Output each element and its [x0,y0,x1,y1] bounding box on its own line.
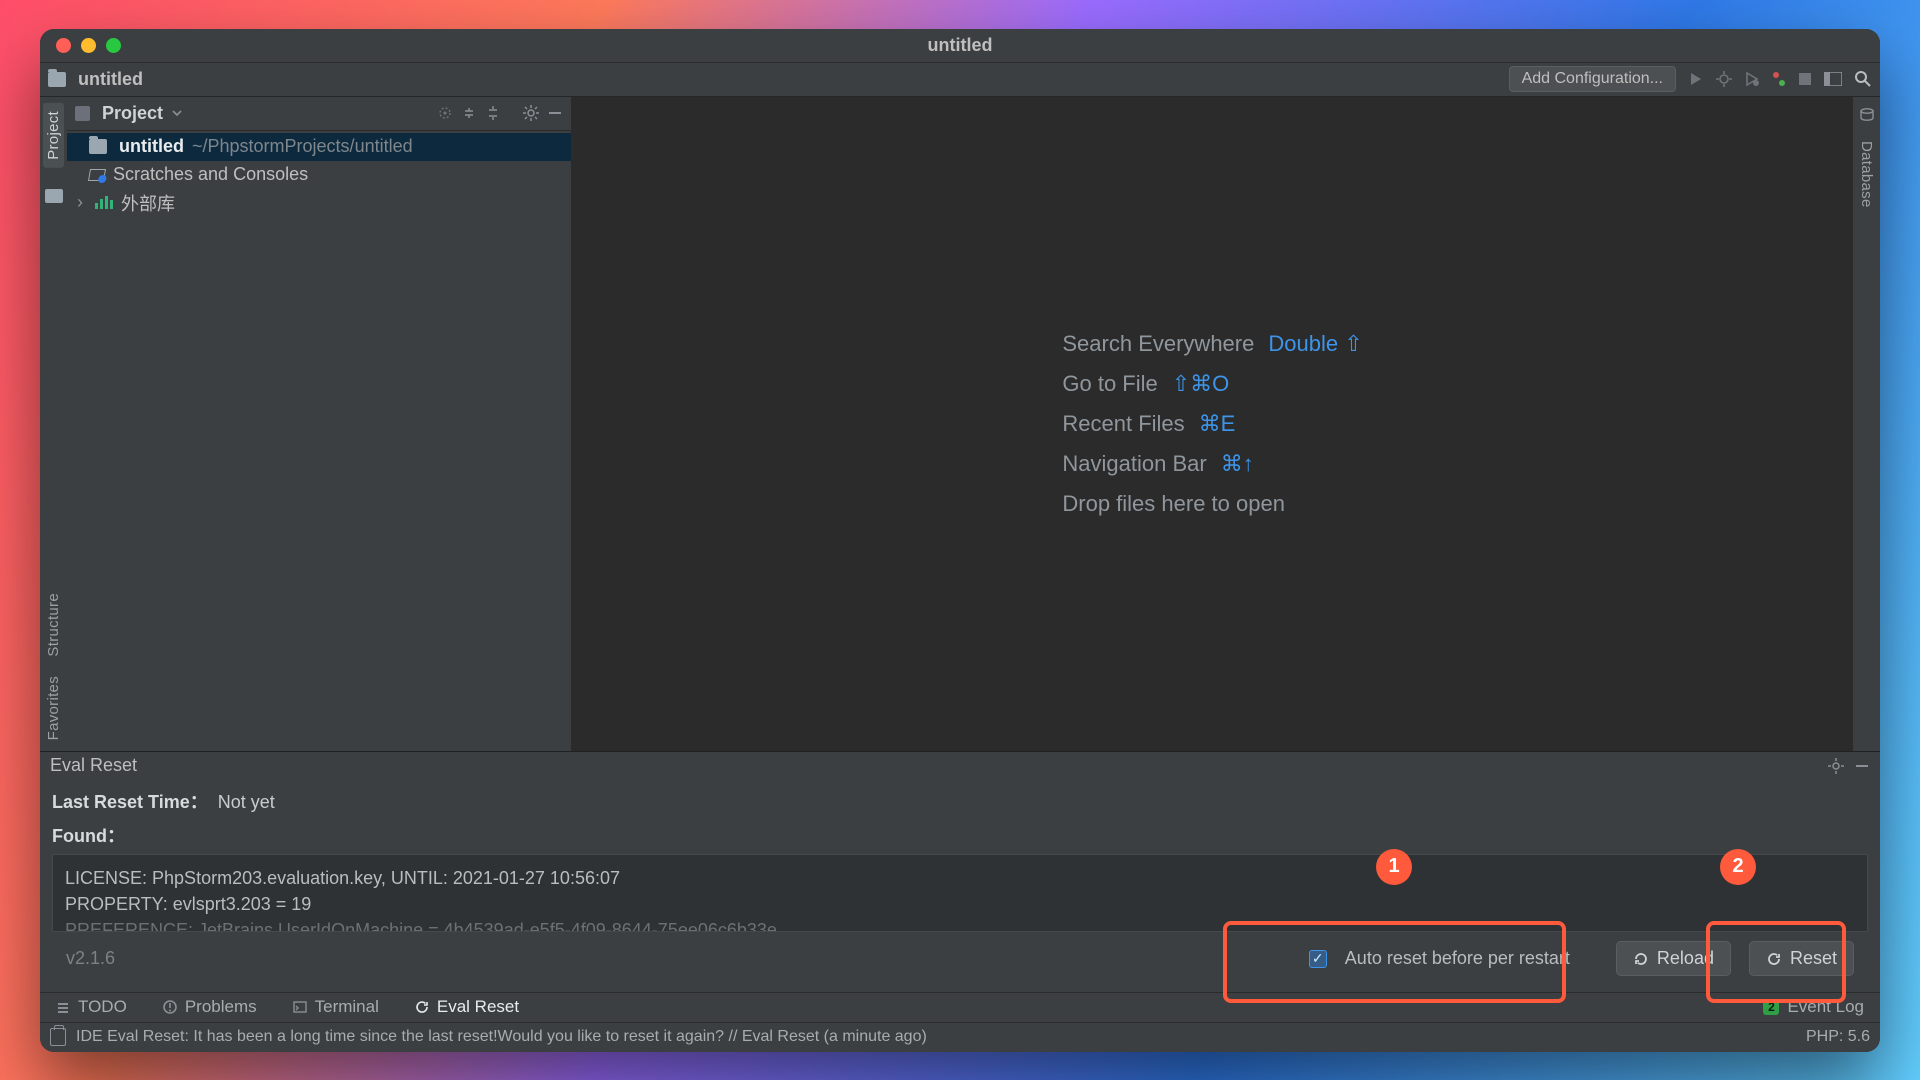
panel-body: Last Reset Time： Not yet Found： LICENSE:… [40,780,1880,992]
reload-button[interactable]: Reload [1616,941,1731,976]
found-label: Found： [52,826,125,846]
navbar: untitled Add Configuration... [40,63,1880,97]
tree-scratches-label: Scratches and Consoles [113,164,308,185]
hint-recent-key: ⌘E [1199,411,1236,437]
tool-todo[interactable]: TODO [50,995,133,1019]
hint-search-key: Double ⇧ [1268,331,1362,357]
bottom-panel: Eval Reset Last Reset Time： Not yet Foun… [40,751,1880,992]
editor-empty-state[interactable]: Search EverywhereDouble ⇧ Go to File⇧⌘O … [572,97,1853,751]
database-icon[interactable] [1859,107,1875,123]
panel-footer: v2.1.6 ✓ Auto reset before per restart R… [52,932,1868,986]
hints: Search EverywhereDouble ⇧ Go to File⇧⌘O … [1062,317,1362,531]
panel-version: v2.1.6 [66,948,115,969]
breakpoints-icon[interactable] [1772,71,1786,87]
reload-button-label: Reload [1657,948,1714,969]
chevron-down-icon[interactable] [171,107,183,119]
last-reset-value: Not yet [218,792,275,812]
debug-icon[interactable] [1716,71,1732,87]
collapse-all-icon[interactable] [485,105,501,121]
reset-button-label: Reset [1790,948,1837,969]
stop-icon[interactable] [1798,72,1812,86]
titlebar: untitled [40,29,1880,63]
tool-terminal[interactable]: Terminal [287,995,385,1019]
project-tree[interactable]: untitled ~/PhpstormProjects/untitled Scr… [67,131,571,751]
hint-gotofile-key: ⇧⌘O [1172,371,1230,397]
tab-project[interactable]: Project [43,103,64,168]
gear-icon[interactable] [523,105,539,121]
hint-navbar-key: ⌘↑ [1221,451,1254,477]
project-pane-title[interactable]: Project [102,103,163,124]
search-icon[interactable] [1854,70,1872,88]
hint-drop-label: Drop files here to open [1062,491,1285,517]
bottom-toolstrip: TODO Problems Terminal Eval Reset 2 Event… [40,992,1880,1022]
tab-database[interactable]: Database [1858,141,1875,208]
locate-icon[interactable] [437,105,453,121]
add-configuration-button[interactable]: Add Configuration... [1509,66,1676,92]
tool-problems[interactable]: Problems [157,995,263,1019]
tool-problems-label: Problems [185,997,257,1017]
library-icon [95,196,113,209]
auto-reset-label[interactable]: Auto reset before per restart [1345,948,1570,969]
tool-terminal-label: Terminal [315,997,379,1017]
reset-button[interactable]: Reset [1749,941,1854,976]
expand-all-icon[interactable] [461,105,477,121]
breadcrumb-root[interactable]: untitled [78,69,143,90]
scratches-icon [88,169,106,181]
folder-icon [48,72,66,87]
project-tool-window: Project untitled ~/PhpstormProjects/unti… [67,97,572,751]
tool-event-log[interactable]: 2 Event Log [1757,995,1870,1019]
panel-header: Eval Reset [40,752,1880,780]
clipboard-icon[interactable] [50,1028,66,1046]
tree-scratches[interactable]: Scratches and Consoles [67,161,571,189]
tab-structure[interactable]: Structure [45,593,62,657]
hint-gotofile-label: Go to File [1062,371,1157,397]
tree-root[interactable]: untitled ~/PhpstormProjects/untitled [67,133,571,161]
commit-icon[interactable] [45,189,63,203]
panel-title: Eval Reset [50,755,137,776]
statusbar: IDE Eval Reset: It has been a long time … [40,1022,1880,1052]
auto-reset-checkbox[interactable]: ✓ [1309,950,1327,968]
tab-favorites[interactable]: Favorites [45,676,62,740]
hint-navbar-label: Navigation Bar [1062,451,1206,477]
hide-panel-icon[interactable] [547,105,563,121]
coverage-icon[interactable] [1744,71,1760,87]
hint-recent-label: Recent Files [1062,411,1184,437]
tree-root-path: ~/PhpstormProjects/untitled [192,136,413,157]
hint-search-label: Search Everywhere [1062,331,1254,357]
tool-eval-reset[interactable]: Eval Reset [409,995,525,1019]
hide-panel-icon[interactable] [1854,758,1870,774]
tool-eval-reset-label: Eval Reset [437,997,519,1017]
tool-todo-label: TODO [78,997,127,1017]
chevron-right-icon[interactable]: › [77,192,87,213]
right-toolwindow-bar: Database [1853,97,1880,751]
layout-icon[interactable] [1824,72,1842,86]
event-log-badge: 2 [1763,999,1779,1015]
found-line: LICENSE: PhpStorm203.evaluation.key, UNT… [65,865,1855,891]
run-icon[interactable] [1688,71,1704,87]
found-list[interactable]: LICENSE: PhpStorm203.evaluation.key, UNT… [52,854,1868,932]
last-reset-label: Last Reset Time： [52,792,208,812]
found-line: PROPERTY: evlsprt3.203 = 19 [65,891,1855,917]
project-pane-header: Project [67,97,571,131]
folder-icon [89,139,107,154]
status-php-version[interactable]: PHP: 5.6 [1806,1028,1870,1046]
project-view-icon [75,106,90,121]
tree-ext-libs[interactable]: › 外部库 [67,189,571,217]
gear-icon[interactable] [1828,758,1844,774]
window-title: untitled [40,35,1880,56]
tree-root-name: untitled [119,136,184,157]
tree-ext-libs-label: 外部库 [121,190,175,216]
tool-event-log-label: Event Log [1787,997,1864,1017]
left-toolwindow-bar: Project Structure Favorites [40,97,67,751]
app-window: untitled untitled Add Configuration... P… [40,29,1880,1052]
found-line: PREFERENCE: JetBrains.UserIdOnMachine = … [65,917,1855,932]
status-message: IDE Eval Reset: It has been a long time … [76,1028,927,1046]
